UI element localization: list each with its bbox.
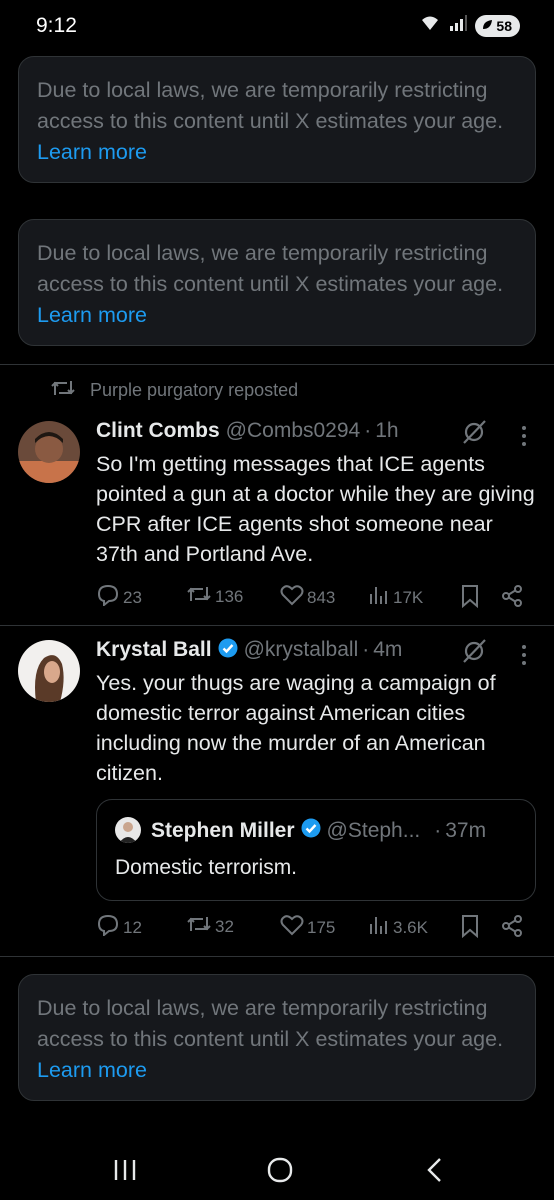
tweet-actions: 12 32 175 3.6K bbox=[96, 914, 536, 944]
learn-more-link[interactable]: Learn more bbox=[37, 140, 147, 164]
views-count: 17K bbox=[393, 587, 424, 607]
battery-leaf-icon bbox=[481, 18, 493, 34]
views-count: 3.6K bbox=[393, 917, 428, 937]
repost-icon bbox=[50, 378, 76, 403]
divider bbox=[0, 364, 554, 365]
recent-apps-button[interactable] bbox=[103, 1148, 147, 1192]
more-options-icon[interactable] bbox=[522, 645, 528, 669]
author-handle[interactable]: @krystalball bbox=[244, 638, 359, 662]
like-count: 175 bbox=[307, 917, 336, 937]
tweet-text: So I'm getting messages that ICE agents … bbox=[96, 452, 535, 566]
notice-text: Due to local laws, we are temporarily re… bbox=[37, 241, 504, 296]
wifi-icon bbox=[419, 14, 441, 37]
author-name[interactable]: Clint Combs bbox=[96, 419, 220, 443]
timeline-screen: 9:12 58 Due to local laws, we are tempor… bbox=[0, 0, 554, 1200]
back-button[interactable] bbox=[413, 1148, 457, 1192]
separator: · bbox=[434, 819, 442, 842]
status-icons: 58 bbox=[419, 14, 520, 37]
learn-more-link[interactable]: Learn more bbox=[37, 303, 147, 327]
quote-header: Stephen Miller @Steph... · 37m bbox=[151, 818, 486, 844]
reply-icon bbox=[96, 584, 120, 611]
tweet-header: Krystal Ball @krystalball · 4m bbox=[96, 638, 402, 664]
more-options-icon[interactable] bbox=[522, 426, 528, 450]
status-bar: 9:12 58 bbox=[0, 0, 554, 52]
views-icon bbox=[368, 914, 390, 941]
quoted-tweet[interactable]: Stephen Miller @Steph... · 37m Domestic … bbox=[96, 799, 536, 901]
age-restriction-notice: Due to local laws, we are temporarily re… bbox=[18, 56, 536, 183]
repost-count: 32 bbox=[215, 916, 234, 936]
heart-icon bbox=[280, 584, 304, 611]
like-button[interactable]: 843 bbox=[280, 584, 335, 611]
tweet-header: Clint Combs @Combs0294 · 1h bbox=[96, 419, 399, 443]
verified-badge-icon bbox=[301, 818, 321, 844]
repost-count: 136 bbox=[215, 586, 244, 606]
share-icon[interactable] bbox=[500, 914, 524, 938]
tweet-text: Yes. your thugs are waging a campaign of… bbox=[96, 671, 496, 785]
grok-icon[interactable] bbox=[460, 637, 488, 670]
like-button[interactable]: 175 bbox=[280, 914, 335, 941]
repost-icon bbox=[186, 584, 212, 609]
views-button[interactable]: 3.6K bbox=[368, 914, 428, 941]
reply-button[interactable]: 12 bbox=[96, 914, 142, 941]
system-navigation-bar bbox=[0, 1140, 554, 1200]
quote-time: 37m bbox=[445, 819, 487, 842]
learn-more-link[interactable]: Learn more bbox=[37, 1058, 147, 1082]
avatar[interactable] bbox=[18, 640, 80, 702]
views-icon bbox=[368, 584, 390, 611]
notice-text: Due to local laws, we are temporarily re… bbox=[37, 996, 504, 1051]
author-handle[interactable]: @Combs0294 bbox=[226, 419, 361, 443]
like-count: 843 bbox=[307, 587, 336, 607]
quote-text: Domestic terrorism. bbox=[115, 856, 298, 879]
reply-count: 12 bbox=[123, 917, 142, 937]
quote-author-name[interactable]: Stephen Miller bbox=[151, 819, 295, 843]
repost-icon bbox=[186, 914, 212, 939]
reply-button[interactable]: 23 bbox=[96, 584, 142, 611]
share-icon[interactable] bbox=[500, 584, 524, 608]
repost-indicator[interactable]: Purple purgatory reposted bbox=[50, 378, 298, 403]
separator: · bbox=[364, 419, 372, 442]
repost-button[interactable]: 32 bbox=[186, 914, 234, 939]
battery-level: 58 bbox=[496, 17, 512, 34]
status-time: 9:12 bbox=[36, 14, 77, 37]
divider bbox=[0, 625, 554, 626]
quote-author-handle[interactable]: @Steph... bbox=[327, 819, 421, 843]
tweet-time: 1h bbox=[375, 419, 399, 442]
bookmark-icon[interactable] bbox=[460, 584, 480, 608]
verified-badge-icon bbox=[218, 638, 238, 664]
reply-icon bbox=[96, 914, 120, 941]
divider bbox=[0, 956, 554, 957]
views-button[interactable]: 17K bbox=[368, 584, 423, 611]
age-restriction-notice: Due to local laws, we are temporarily re… bbox=[18, 974, 536, 1101]
signal-icon bbox=[449, 15, 468, 36]
battery-indicator: 58 bbox=[475, 14, 520, 37]
grok-icon[interactable] bbox=[460, 418, 488, 451]
tweet-time: 4m bbox=[373, 638, 403, 661]
home-button[interactable] bbox=[258, 1148, 302, 1192]
age-restriction-notice: Due to local laws, we are temporarily re… bbox=[18, 219, 536, 346]
repost-text: Purple purgatory reposted bbox=[90, 380, 299, 400]
avatar[interactable] bbox=[18, 421, 80, 483]
reply-count: 23 bbox=[123, 587, 142, 607]
tweet-actions: 23 136 843 17K bbox=[96, 584, 536, 614]
author-name[interactable]: Krystal Ball bbox=[96, 638, 212, 662]
quote-avatar[interactable] bbox=[115, 817, 141, 843]
repost-button[interactable]: 136 bbox=[186, 584, 243, 609]
notice-text: Due to local laws, we are temporarily re… bbox=[37, 78, 504, 133]
heart-icon bbox=[280, 914, 304, 941]
separator: · bbox=[362, 638, 370, 661]
bookmark-icon[interactable] bbox=[460, 914, 480, 938]
